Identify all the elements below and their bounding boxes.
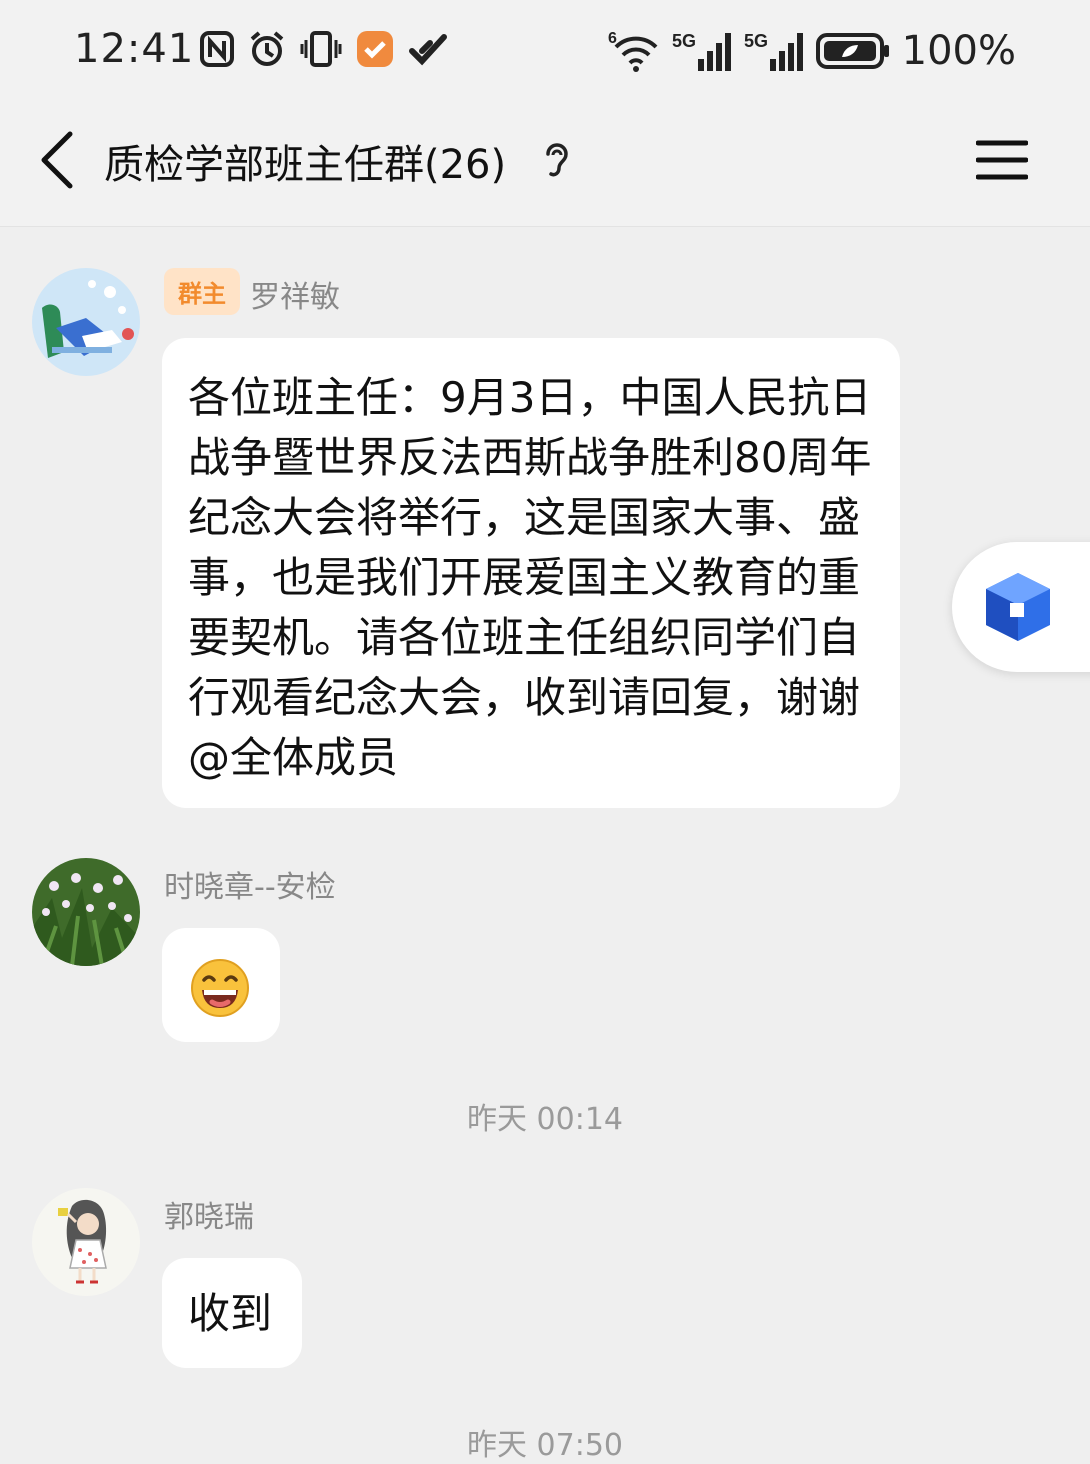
app-notification-icon-2 — [408, 31, 448, 67]
message-bubble[interactable] — [162, 928, 280, 1042]
chat-title: 质检学部班主任群(26) — [104, 142, 507, 188]
timestamp: 昨天 00:14 — [467, 1102, 623, 1137]
message-text: 各位班主任：9月3日，中国人民抗日战争暨世界反法西斯战争胜利80周年纪念大会将举… — [188, 373, 872, 782]
message-text: 收到 — [188, 1289, 273, 1338]
menu-button[interactable] — [975, 138, 1029, 182]
vibrate-icon — [300, 30, 342, 68]
chat-header: 质检学部班主任群(26) — [0, 100, 1090, 227]
sender-name: 郭晓瑞 — [164, 1200, 254, 1235]
message-bubble[interactable]: 收到 — [162, 1258, 302, 1368]
signal-5g-icon-1: 5G — [672, 29, 734, 73]
svg-text:6: 6 — [608, 30, 617, 47]
app-notification-icon — [356, 30, 394, 68]
avatar[interactable] — [32, 858, 140, 966]
back-button[interactable] — [38, 130, 78, 190]
wifi-icon: 6 — [608, 29, 662, 73]
svg-text:5G: 5G — [672, 31, 696, 51]
message-list[interactable]: 群主 罗祥敏 各位班主任：9月3日，中国人民抗日战争暨世界反法西斯战争胜利80周… — [0, 226, 1090, 1463]
sender-name: 罗祥敏 — [250, 280, 340, 315]
avatar[interactable] — [32, 1188, 140, 1296]
status-icons-right: 6 5G 5G 100% — [608, 28, 1016, 74]
cube-app-icon — [986, 573, 1050, 641]
timestamp: 昨天 07:50 — [467, 1428, 623, 1463]
chevron-left-icon — [41, 131, 73, 189]
alarm-icon — [248, 30, 286, 68]
avatar[interactable] — [32, 268, 140, 376]
status-icons-left — [200, 30, 448, 68]
sender-name: 时晓章--安检 — [164, 870, 336, 905]
battery-percent: 100% — [901, 28, 1016, 74]
nfc-icon — [200, 31, 234, 67]
group-owner-badge: 群主 — [164, 268, 240, 315]
message-bubble[interactable]: 各位班主任：9月3日，中国人民抗日战争暨世界反法西斯战争胜利80周年纪念大会将举… — [162, 338, 900, 808]
status-time: 12:41 — [74, 26, 195, 72]
signal-5g-icon-2: 5G — [744, 29, 806, 73]
earpiece-mode-icon[interactable] — [540, 140, 574, 180]
floating-app-button[interactable] — [952, 542, 1090, 672]
status-bar: 12:41 6 5G 5G 100% — [0, 0, 1090, 100]
battery-icon — [815, 31, 892, 71]
hamburger-menu-icon — [975, 140, 1029, 180]
grinning-emoji-icon — [191, 959, 249, 1017]
svg-text:5G: 5G — [744, 31, 768, 51]
